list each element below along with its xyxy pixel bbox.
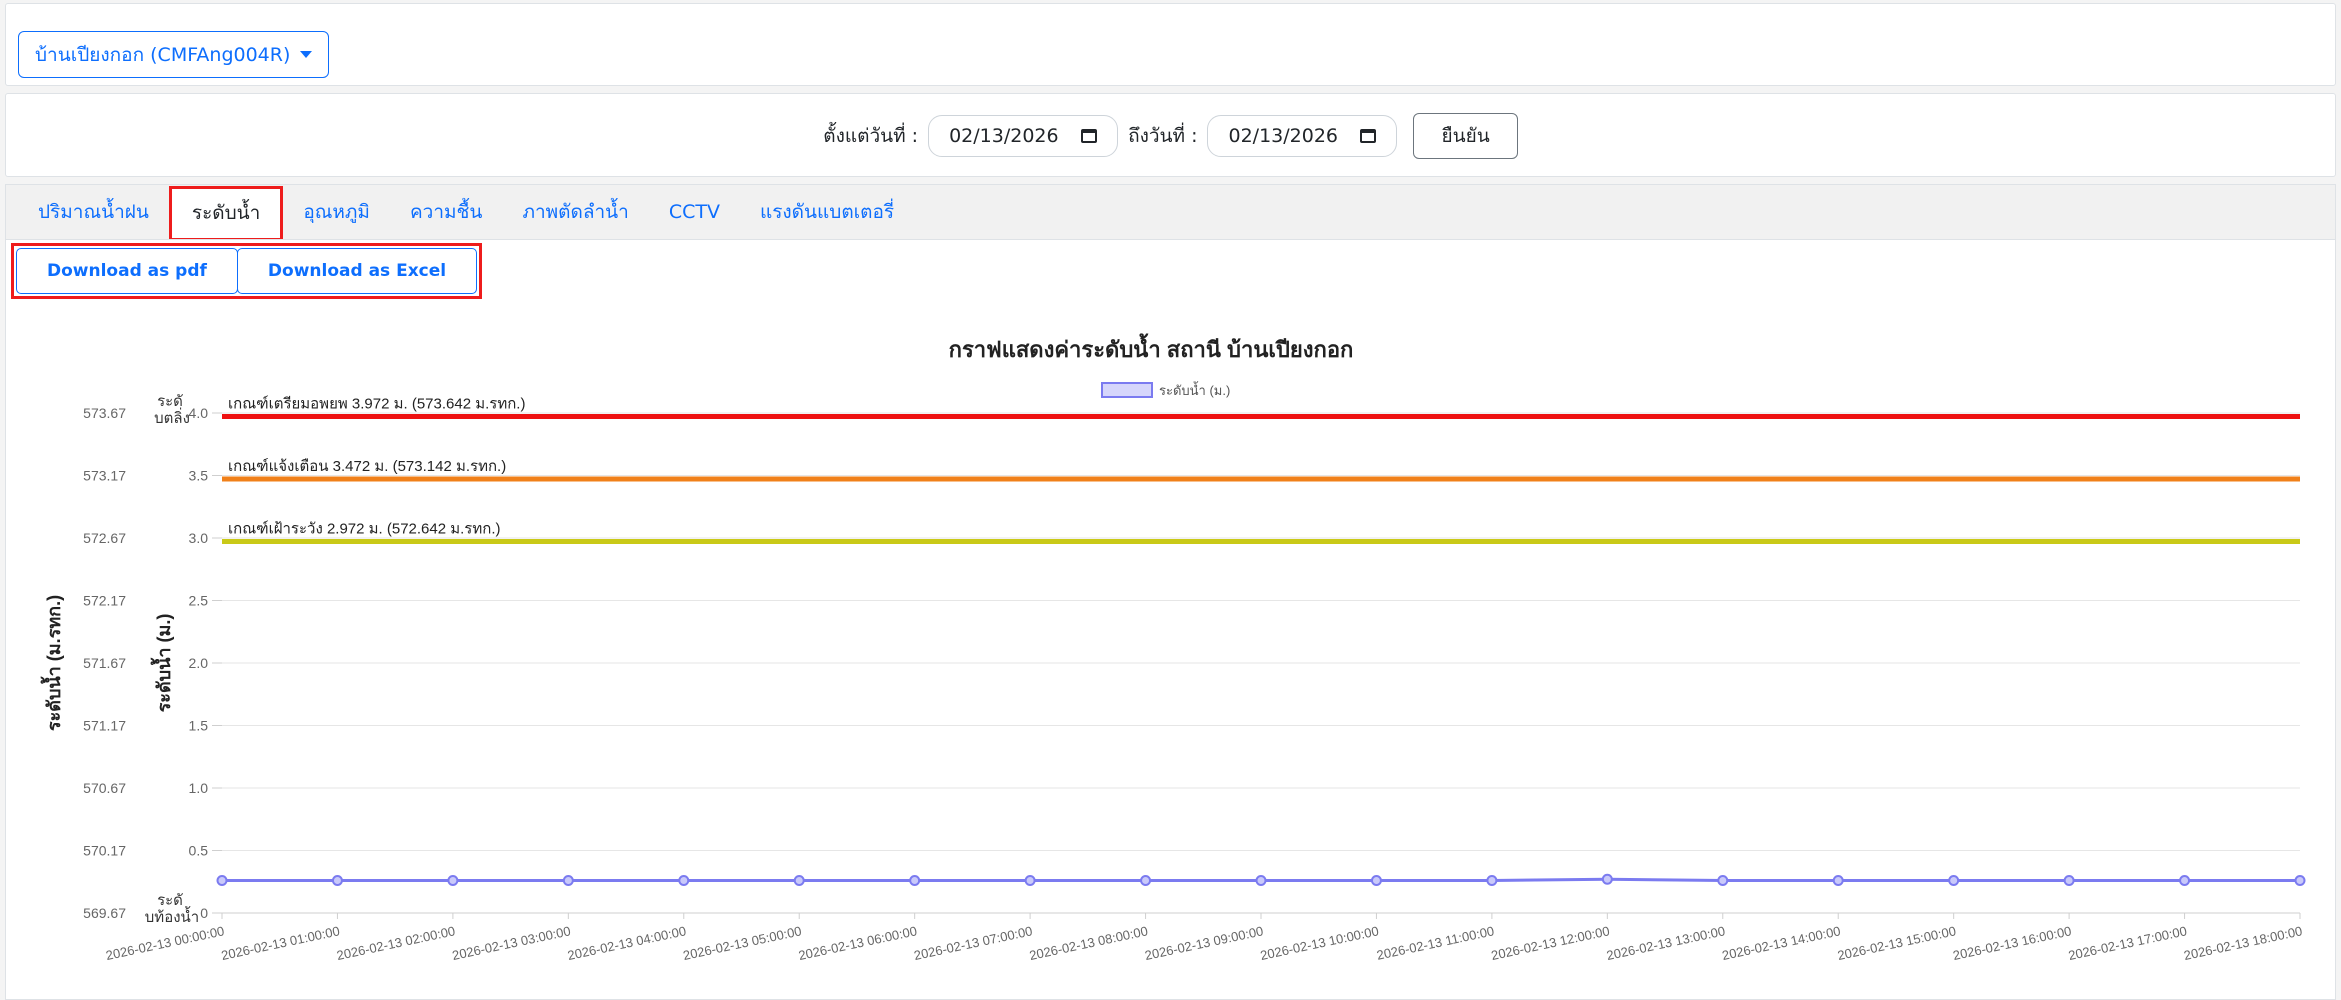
data-point: [909, 875, 921, 886]
x-tick-label: 2026-02-13 18:00:00: [2182, 923, 2303, 963]
data-point: [1601, 873, 1613, 885]
y-left-tick-label: 572.17: [83, 593, 126, 609]
legend-swatch: [1101, 382, 1153, 398]
y-left-tick-label: 573.17: [83, 468, 126, 484]
x-tick-label: 2026-02-13 14:00:00: [1721, 923, 1842, 963]
data-point: [1948, 875, 1960, 886]
y-right-tick-label: 1.0: [189, 780, 209, 796]
x-tick-label: 2026-02-13 05:00:00: [682, 923, 803, 963]
data-point: [331, 875, 343, 886]
x-tick-label: 2026-02-13 03:00:00: [451, 923, 572, 963]
x-tick-label: 2026-02-13 07:00:00: [913, 923, 1034, 963]
y-left-tick-label: 569.67: [83, 905, 126, 921]
y-left-tick-label: 573.67: [83, 405, 126, 421]
y-left-tick-label: 570.67: [83, 780, 126, 796]
y-right-axis-title: ระดับน้ำ (ม.): [150, 614, 174, 713]
data-point: [793, 875, 805, 886]
data-point: [678, 875, 690, 886]
data-point: [1717, 875, 1729, 886]
y-right-tick-label: 0.5: [189, 843, 209, 859]
data-point: [2179, 875, 2191, 886]
x-tick-label: 2026-02-13 17:00:00: [2067, 923, 2188, 963]
data-point: [1832, 875, 1844, 886]
bank-level-label-line1: ระดั: [157, 393, 183, 410]
threshold-label: เกณฑ์เตรียมอพยพ 3.972 ม. (573.642 ม.รทก.…: [228, 396, 525, 413]
data-point: [2063, 875, 2075, 886]
x-tick-label: 2026-02-13 00:00:00: [104, 923, 225, 963]
data-point: [1255, 875, 1267, 886]
legend-label: ระดับน้ำ (ม.): [1159, 381, 1230, 398]
x-tick-label: 2026-02-13 15:00:00: [1836, 923, 1957, 963]
threshold-label: เกณฑ์แจ้งเตือน 3.472 ม. (573.142 ม.รทก.): [228, 458, 506, 475]
x-tick-label: 2026-02-13 06:00:00: [797, 923, 918, 963]
threshold-label: เกณฑ์เฝ้าระวัง 2.972 ม. (572.642 ม.รทก.): [228, 521, 501, 538]
bank-level-label-line2: บตลิ่ง: [154, 407, 190, 427]
y-right-tick-label: 1.5: [189, 718, 209, 734]
x-tick-label: 2026-02-13 02:00:00: [335, 923, 456, 963]
x-tick-label: 2026-02-13 04:00:00: [566, 923, 687, 963]
x-tick-label: 2026-02-13 08:00:00: [1028, 923, 1149, 963]
y-right-tick-label: 3.0: [189, 530, 209, 546]
x-tick-label: 2026-02-13 11:00:00: [1375, 923, 1495, 963]
x-tick-label: 2026-02-13 12:00:00: [1490, 923, 1611, 963]
data-point: [216, 875, 228, 886]
x-tick-label: 2026-02-13 09:00:00: [1143, 923, 1264, 963]
y-right-tick-label: 4.0: [189, 405, 209, 421]
bed-level-label-line2: บท้องน้ำ: [145, 906, 199, 926]
bed-level-label-line1: ระดั: [157, 892, 183, 909]
y-left-axis-title: ระดับน้ำ (ม.รทก.): [40, 595, 64, 731]
data-point: [1024, 875, 1036, 886]
y-left-tick-label: 570.17: [83, 843, 126, 859]
x-tick-label: 2026-02-13 13:00:00: [1605, 923, 1726, 963]
data-point: [562, 875, 574, 886]
x-tick-label: 2026-02-13 01:00:00: [220, 923, 341, 963]
data-point: [1486, 875, 1498, 886]
y-left-tick-label: 571.67: [83, 655, 126, 671]
water-level-chart: กราฟแสดงค่าระดับน้ำ สถานี บ้านเปียงกอกระ…: [40, 333, 2306, 963]
data-point: [2294, 875, 2306, 886]
x-tick-label: 2026-02-13 16:00:00: [1952, 923, 2073, 963]
y-right-tick-label: 0: [200, 905, 208, 921]
y-left-tick-label: 571.17: [83, 718, 126, 734]
y-right-tick-label: 3.5: [189, 468, 209, 484]
data-point: [1140, 875, 1152, 886]
y-left-tick-label: 572.67: [83, 530, 126, 546]
data-point: [1370, 875, 1382, 886]
chart-title: กราฟแสดงค่าระดับน้ำ สถานี บ้านเปียงกอก: [949, 333, 1354, 362]
x-tick-label: 2026-02-13 10:00:00: [1259, 923, 1380, 963]
y-right-tick-label: 2.5: [189, 593, 209, 609]
data-point: [447, 875, 459, 886]
y-right-tick-label: 2.0: [189, 655, 209, 671]
